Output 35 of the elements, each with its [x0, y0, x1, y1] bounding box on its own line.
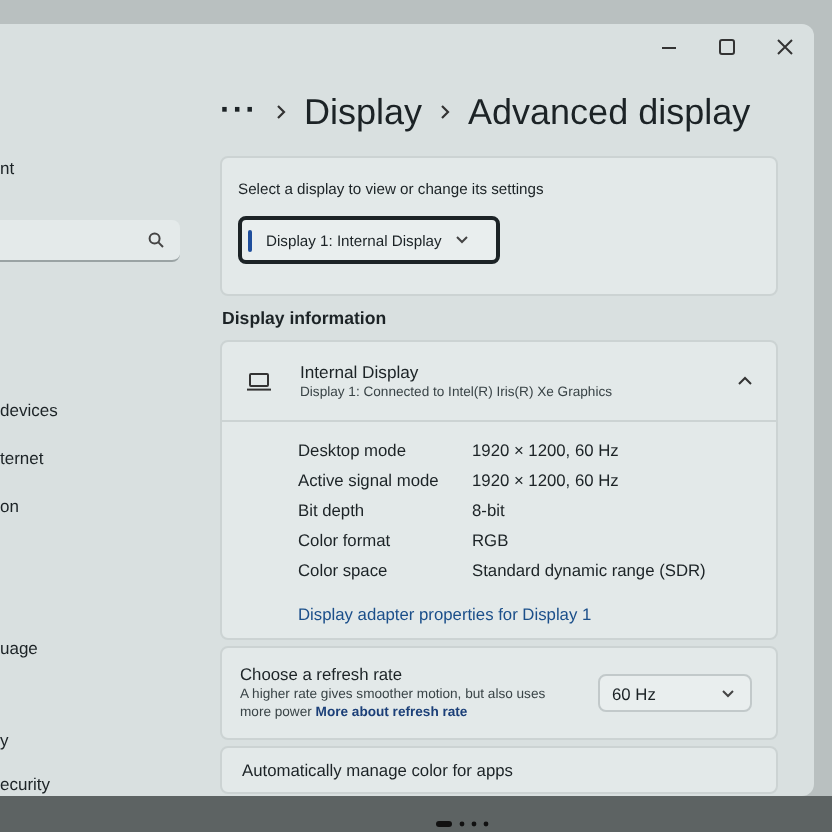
close-icon	[776, 37, 794, 55]
refresh-rate-title: Choose a refresh rate	[240, 664, 405, 684]
nav-item[interactable]: uage	[0, 636, 192, 660]
info-label: Color format	[298, 528, 393, 552]
info-value: 8-bit	[472, 498, 507, 522]
chevron-down-icon	[722, 689, 734, 697]
auto-color-title: Automatically manage color for apps	[242, 760, 513, 780]
adapter-properties-link[interactable]: Display adapter properties for Display 1	[222, 604, 592, 624]
more-button[interactable]: ···	[220, 94, 258, 130]
page-indicator-icon	[436, 820, 492, 828]
section-heading: Display information	[222, 308, 389, 328]
info-label: Active signal mode	[298, 468, 441, 492]
chevron-right-icon	[275, 104, 286, 120]
chevron-down-icon	[455, 236, 468, 244]
laptop-icon	[246, 371, 272, 391]
info-value: RGB	[472, 528, 511, 552]
nav-item[interactable]: on	[0, 494, 192, 518]
nav-item[interactable]: nt	[0, 156, 192, 180]
nav-item[interactable]: ternet	[0, 446, 192, 470]
info-label: Color space	[298, 558, 390, 582]
nav-item[interactable]: ecurity	[0, 772, 192, 796]
breadcrumb-link[interactable]: Display	[303, 91, 423, 133]
info-label: Bit depth	[298, 498, 367, 522]
nav-item[interactable]: y	[0, 728, 192, 752]
info-value: Standard dynamic range (SDR)	[472, 558, 708, 582]
info-value: 1920 × 1200, 60 Hz	[472, 468, 621, 492]
nav-item[interactable]: devices	[0, 398, 192, 422]
info-label: Desktop mode	[298, 438, 408, 462]
search-field[interactable]	[0, 220, 180, 262]
chevron-right-icon	[440, 104, 451, 120]
refresh-rate-dropdown[interactable]: 60 Hz	[598, 674, 752, 712]
page-title: Advanced display	[468, 91, 751, 133]
maximize-icon	[718, 37, 736, 55]
info-value: 1920 × 1200, 60 Hz	[472, 438, 621, 462]
search-icon	[148, 232, 164, 248]
